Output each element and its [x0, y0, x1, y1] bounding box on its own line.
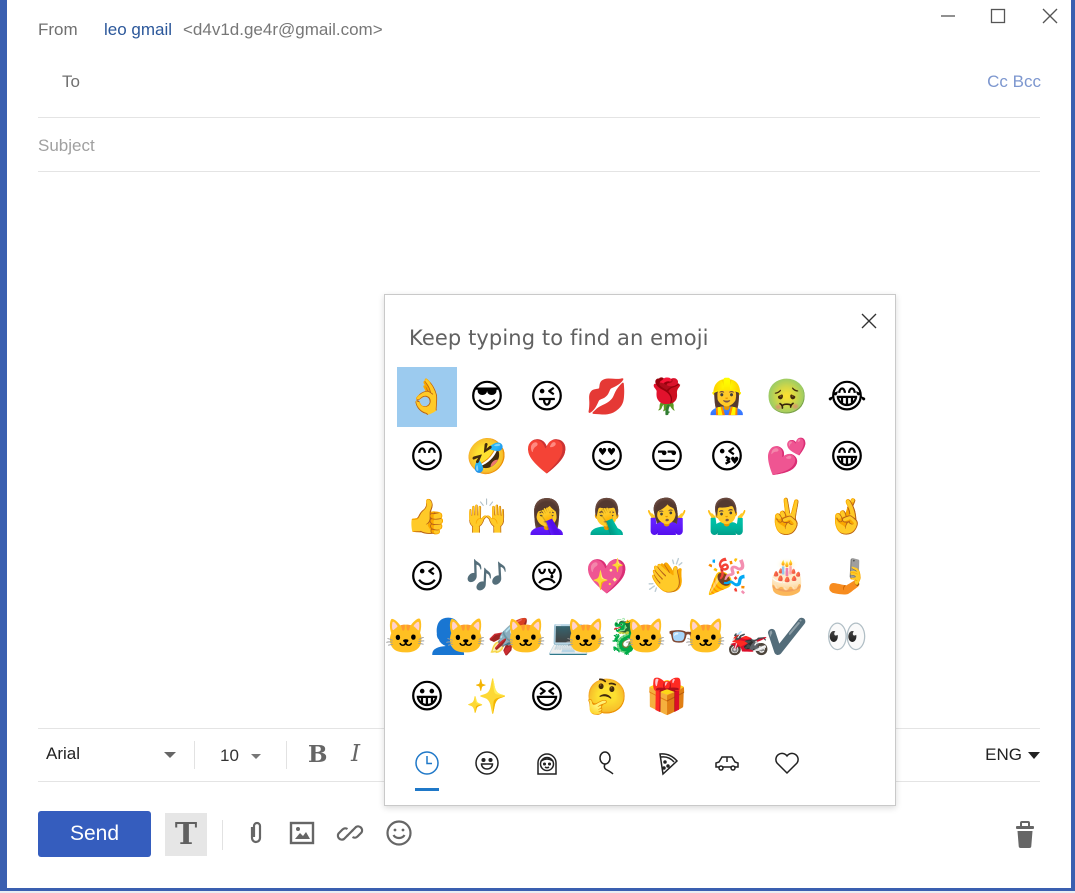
emoji-item[interactable]: ✌️: [757, 487, 817, 547]
tab-people[interactable]: [517, 735, 577, 791]
insert-emoji-button[interactable]: [384, 818, 414, 848]
trash-icon: [1016, 821, 1034, 848]
emoji-item[interactable]: 🤣: [457, 427, 517, 487]
emoji-item[interactable]: 🤔: [577, 667, 637, 727]
emoji-search-hint: Keep typing to find an emoji: [409, 326, 709, 350]
tab-celebration[interactable]: [577, 735, 637, 791]
emoji-item[interactable]: 💕: [757, 427, 817, 487]
emoji-item[interactable]: 😉: [397, 547, 457, 607]
from-label: From: [38, 20, 78, 39]
chevron-down-icon: [164, 752, 176, 758]
emoji-item[interactable]: 🐱‍🏍: [685, 607, 770, 667]
from-account-name[interactable]: leo gmail: [104, 20, 172, 40]
emoji-item[interactable]: 😘: [697, 427, 757, 487]
to-row[interactable]: To Cc Bcc: [38, 72, 1041, 96]
emoji-item[interactable]: 🎉: [697, 547, 757, 607]
close-icon: [1042, 8, 1058, 24]
text-format-toggle-button[interactable]: T: [165, 813, 207, 856]
emoji-item[interactable]: 😍: [577, 427, 637, 487]
italic-button[interactable]: I: [351, 741, 360, 767]
tab-smileys[interactable]: [457, 735, 517, 791]
heart-icon: [775, 752, 799, 775]
chevron-down-icon: [1028, 752, 1040, 759]
emoji-item[interactable]: 👏: [637, 547, 697, 607]
emoji-item[interactable]: 🤦‍♂️: [577, 487, 637, 547]
emoji-item[interactable]: 🤷‍♀️: [637, 487, 697, 547]
tab-food[interactable]: [637, 735, 697, 791]
emoji-item[interactable]: 🤢: [757, 367, 817, 427]
person-icon: [537, 753, 557, 775]
discard-button[interactable]: [1010, 820, 1040, 850]
pizza-icon: [659, 753, 679, 776]
emoji-item[interactable]: 😂: [817, 367, 877, 427]
emoji-item[interactable]: 😜: [517, 367, 577, 427]
font-size-dropdown[interactable]: 10: [220, 746, 270, 766]
close-icon: [861, 313, 877, 329]
emoji-item[interactable]: ❤️: [517, 427, 577, 487]
car-icon: [715, 756, 739, 771]
emoji-item[interactable]: 👌: [397, 367, 457, 427]
balloon-icon: [599, 751, 614, 775]
emoji-item[interactable]: 😆: [517, 667, 577, 727]
emoji-icon: [386, 820, 412, 846]
to-label: To: [62, 72, 80, 91]
emoji-category-tabs: [397, 735, 877, 795]
emoji-panel: Keep typing to find an emoji 👌 😎 😜 💋 🌹 👷‍♀️ 🤢 😂…: [384, 294, 896, 806]
insert-image-button[interactable]: [287, 818, 317, 848]
tab-travel[interactable]: [697, 735, 757, 791]
emoji-item[interactable]: 😊: [397, 427, 457, 487]
emoji-item[interactable]: 🤳: [817, 547, 877, 607]
emoji-item[interactable]: 👷‍♀️: [697, 367, 757, 427]
emoji-item[interactable]: 👍: [397, 487, 457, 547]
language-value: ENG: [985, 745, 1022, 764]
divider: [286, 741, 287, 769]
emoji-item[interactable]: 😁: [817, 427, 877, 487]
emoji-item[interactable]: 🤞: [817, 487, 877, 547]
emoji-item[interactable]: 🌹: [637, 367, 697, 427]
bold-button[interactable]: B: [308, 741, 327, 768]
cc-bcc-link[interactable]: Cc Bcc: [987, 72, 1041, 92]
divider: [38, 171, 1040, 172]
attach-button[interactable]: [241, 818, 271, 848]
chevron-down-icon: [251, 754, 261, 759]
emoji-item[interactable]: 🎶: [457, 547, 517, 607]
insert-link-button[interactable]: [335, 818, 365, 848]
emoji-item[interactable]: 😒: [637, 427, 697, 487]
emoji-item[interactable]: 🙌: [457, 487, 517, 547]
emoji-item[interactable]: 🤦‍♀️: [517, 487, 577, 547]
send-button[interactable]: Send: [38, 811, 151, 857]
subject-input[interactable]: [38, 133, 1028, 159]
from-row: From leo gmail <d4v1d.ge4r@gmail.com>: [38, 20, 1041, 44]
emoji-item[interactable]: 👀: [817, 607, 877, 667]
font-family-value: Arial: [46, 744, 81, 763]
divider: [222, 820, 223, 850]
close-emoji-panel-button[interactable]: [857, 309, 881, 333]
emoji-item[interactable]: ✔️: [757, 607, 817, 667]
active-tab-indicator: [415, 788, 439, 791]
emoji-item[interactable]: 🎁: [637, 667, 697, 727]
emoji-item[interactable]: 🤷‍♂️: [697, 487, 757, 547]
language-dropdown[interactable]: ENG: [985, 745, 1040, 765]
emoji-item[interactable]: 😢: [517, 547, 577, 607]
divider: [38, 117, 1040, 118]
tab-recent[interactable]: [397, 735, 457, 791]
attach-icon: [250, 821, 262, 844]
emoji-item[interactable]: 😀: [397, 667, 457, 727]
emoji-grid: 👌 😎 😜 💋 🌹 👷‍♀️ 🤢 😂 😊 🤣 ❤️ 😍 😒 😘 💕 😁 👍 🙌 🤦‍♀️ 🤦‍♂️ 🤷‍♀️ 🤷‍♂️ ✌️…: [385, 367, 877, 727]
link-icon: [336, 825, 364, 841]
emoji-item[interactable]: ✨: [457, 667, 517, 727]
from-account-email[interactable]: <d4v1d.ge4r@gmail.com>: [183, 20, 383, 40]
divider: [194, 741, 195, 769]
smiley-icon: [475, 751, 499, 775]
clock-icon: [415, 751, 439, 775]
tab-symbols[interactable]: [757, 735, 817, 791]
emoji-item[interactable]: 🎂: [757, 547, 817, 607]
emoji-item[interactable]: 💖: [577, 547, 637, 607]
compose-window: From leo gmail <d4v1d.ge4r@gmail.com> To…: [0, 0, 1075, 891]
emoji-item[interactable]: 💋: [577, 367, 637, 427]
image-icon: [289, 821, 315, 845]
emoji-item[interactable]: 😎: [457, 367, 517, 427]
font-family-dropdown[interactable]: Arial: [46, 744, 176, 764]
font-size-value: 10: [220, 746, 239, 765]
